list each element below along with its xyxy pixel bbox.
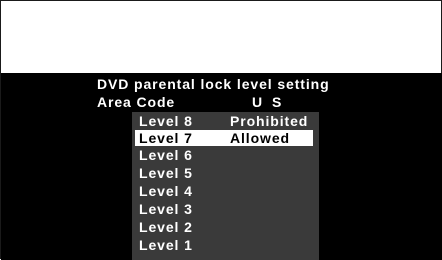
area-code-label: Area Code (97, 94, 176, 110)
level-label: Level 6 (139, 147, 193, 163)
area-code-value[interactable]: U S (252, 93, 284, 111)
level-6-row[interactable]: Level 6 (132, 146, 319, 164)
level-label: Level 4 (139, 183, 193, 199)
level-5-row[interactable]: Level 5 (132, 164, 319, 182)
tv-frame: DVD parental lock level setting Area Cod… (0, 0, 442, 260)
level-label: Level 2 (139, 219, 193, 235)
level-label: Level 3 (139, 201, 193, 217)
osd-screen: DVD parental lock level setting Area Cod… (1, 73, 442, 260)
level-label: Level 5 (139, 165, 193, 181)
level-4-row[interactable]: Level 4 (132, 182, 319, 200)
level-2-row[interactable]: Level 2 (132, 218, 319, 236)
level-status: Prohibited (230, 113, 309, 129)
level-1-row[interactable]: Level 1 (132, 236, 319, 254)
level-label: Level 8 (139, 113, 193, 129)
level-label: Level 7 (139, 130, 193, 146)
level-8-row[interactable]: Level 8 Prohibited (132, 112, 319, 130)
level-3-row[interactable]: Level 3 (132, 200, 319, 218)
level-status: Allowed (230, 130, 290, 146)
level-label: Level 1 (139, 237, 193, 253)
level-7-row[interactable]: Level 7 Allowed (135, 130, 313, 146)
screen-title: DVD parental lock level setting (97, 76, 330, 92)
level-list: Level 8 Prohibited Level 7 Allowed Level… (132, 112, 319, 260)
